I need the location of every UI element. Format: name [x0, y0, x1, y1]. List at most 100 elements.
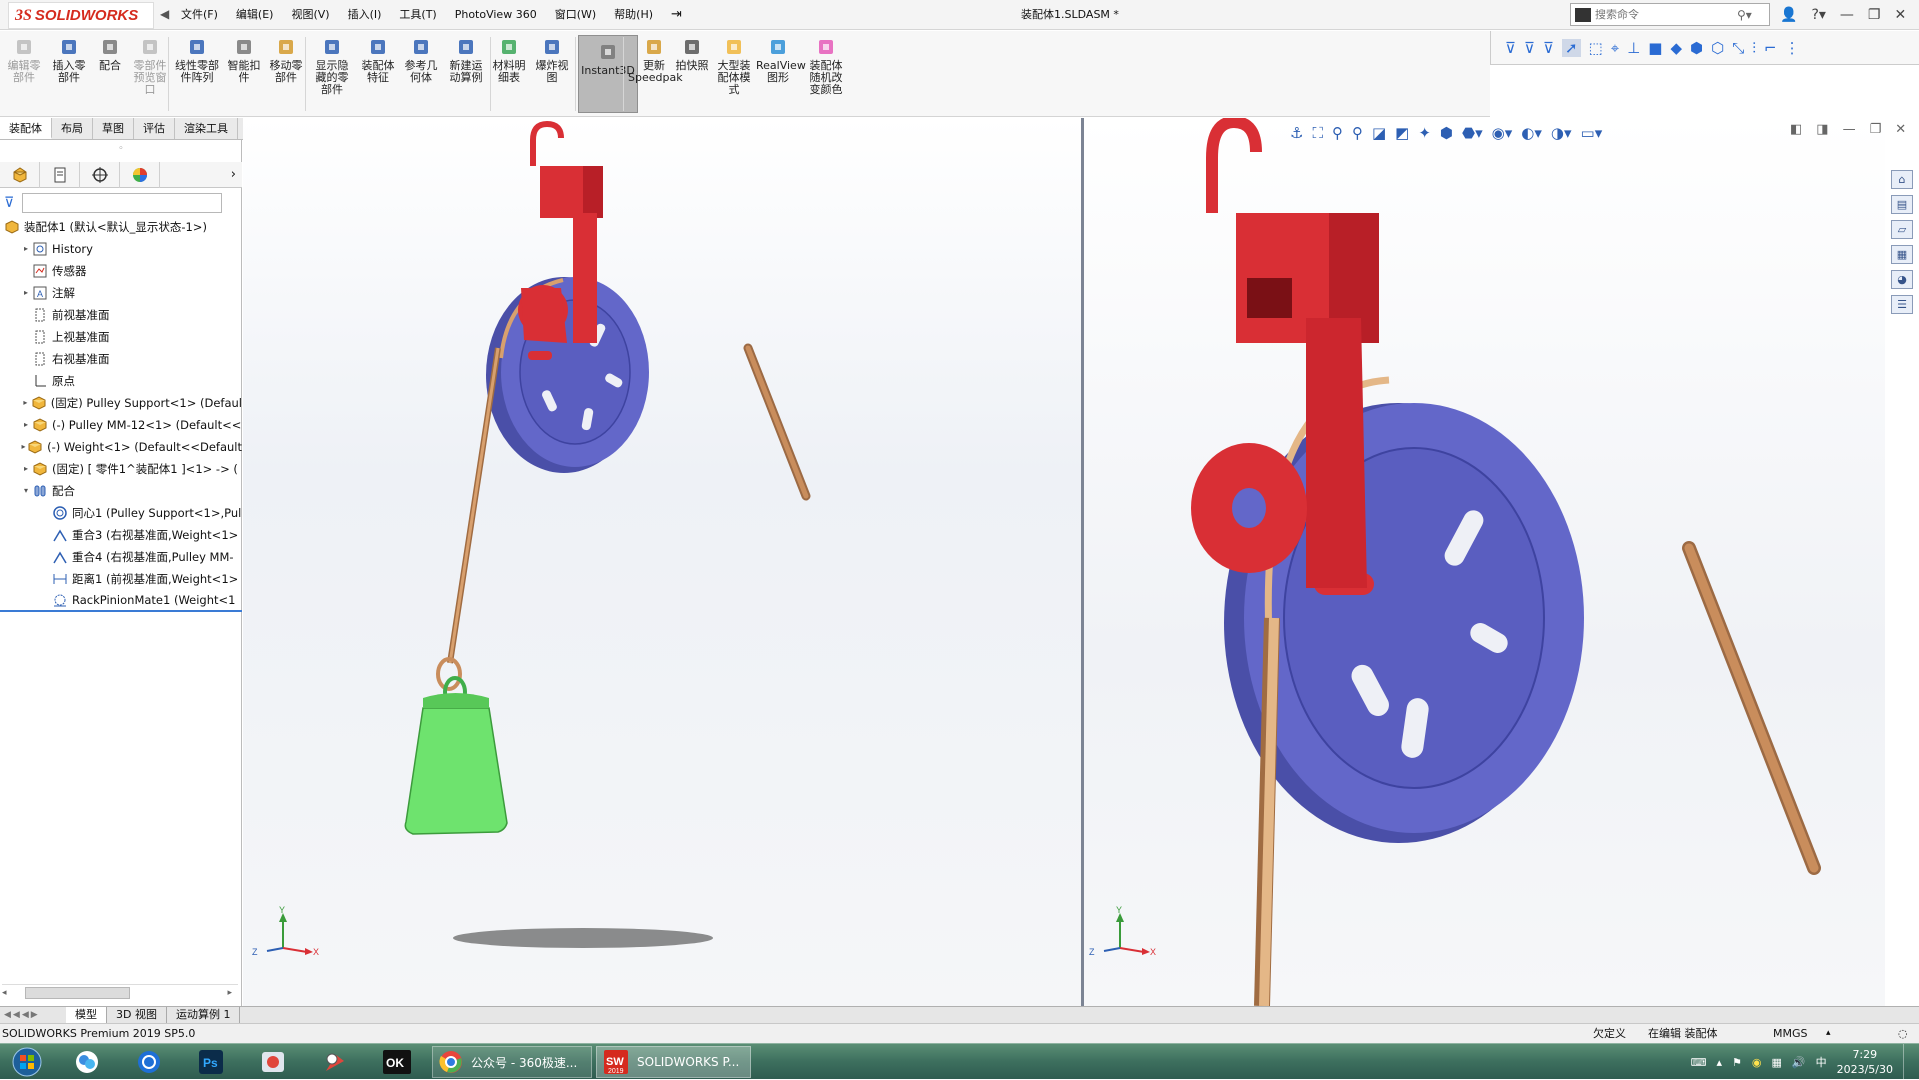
filter-toggle-icon[interactable]: ⊽: [1524, 39, 1535, 57]
left-graphics-viewport[interactable]: Y X Z: [243, 118, 1081, 1006]
appearances-icon[interactable]: ◕: [1891, 270, 1913, 289]
mates-toolbar-icon[interactable]: ⫶: [1752, 39, 1756, 57]
menu-view[interactable]: 视图(V): [282, 0, 338, 30]
insert-components-button[interactable]: 插入零 部件: [48, 35, 90, 84]
coord-icon[interactable]: ⌐: [1764, 39, 1777, 57]
tab-motion-study[interactable]: 运动算例 1: [167, 1007, 241, 1023]
configuration-tab-icon[interactable]: [80, 162, 120, 188]
mate-item[interactable]: 同心1 (Pulley Support<1>,Pul: [0, 502, 242, 524]
status-units[interactable]: MMGS: [1773, 1024, 1808, 1043]
tree-item[interactable]: ▸ (-) Weight<1> (Default<<Default: [0, 436, 242, 458]
zoom-area-icon[interactable]: ⚲: [1332, 124, 1343, 142]
scene-icon[interactable]: ◑▾: [1551, 124, 1572, 142]
taskbar-task-browser[interactable]: 公众号 - 360极速...: [432, 1046, 592, 1078]
baidu-netdisk-icon[interactable]: [64, 1047, 110, 1077]
random-color-button[interactable]: 装配体 随机改 变颜色: [800, 35, 852, 96]
new-motion-study-button[interactable]: 新建运 动算例: [445, 35, 487, 84]
view-pane-right-icon[interactable]: ◨: [1816, 122, 1828, 137]
close-icon[interactable]: ✕: [1894, 7, 1906, 23]
tree-root-assembly[interactable]: 装配体1 (默认<默认_显示状态-1>): [0, 216, 242, 238]
scroll-thumb[interactable]: [24, 986, 130, 999]
tray-keyboard-icon[interactable]: ⌨: [1691, 1056, 1707, 1069]
scroll-right-icon[interactable]: ▸: [227, 988, 232, 998]
hide-show-icon[interactable]: ◉▾: [1492, 124, 1513, 142]
tree-item[interactable]: 传感器: [0, 260, 242, 282]
tree-item[interactable]: ▸ A 注解: [0, 282, 242, 304]
tab-layout[interactable]: 布局: [52, 118, 93, 139]
tray-flag-icon[interactable]: ⚑: [1732, 1056, 1742, 1069]
collapse-arrow-icon[interactable]: ▾: [20, 480, 32, 502]
taskbar-task-solidworks[interactable]: SW 2019 SOLIDWORKS P...: [596, 1046, 751, 1078]
snap-icon[interactable]: ⌖: [1611, 39, 1619, 57]
scroll-left-icon[interactable]: ◂: [2, 988, 7, 998]
tree-filter-input[interactable]: [22, 193, 223, 213]
view-close-icon[interactable]: ✕: [1895, 122, 1906, 137]
start-button-icon[interactable]: [4, 1047, 50, 1077]
dynamic-annotation-icon[interactable]: ◩: [1395, 124, 1409, 142]
tree-item[interactable]: 原点: [0, 370, 242, 392]
tray-expand-icon[interactable]: ▴: [1716, 1056, 1722, 1069]
box-icon[interactable]: ■: [1648, 39, 1662, 57]
zoom-fit-icon[interactable]: ⛶: [1312, 124, 1323, 142]
menu-insert[interactable]: 插入(I): [339, 0, 391, 30]
units-dropdown-icon[interactable]: ▴: [1826, 1024, 1831, 1043]
app-icon-tools[interactable]: [312, 1047, 358, 1077]
mate-item[interactable]: RackPinionMate1 (Weight<1: [0, 590, 242, 612]
property-manager-tab-icon[interactable]: [40, 162, 80, 188]
expand-arrow-icon[interactable]: ▸: [20, 282, 32, 304]
photoshop-icon[interactable]: Ps: [188, 1047, 234, 1077]
cube-icon[interactable]: ⬢: [1690, 39, 1703, 57]
expand-arrow-icon[interactable]: ▸: [20, 392, 31, 414]
search-box[interactable]: ⚲▾: [1570, 3, 1770, 26]
right-graphics-viewport[interactable]: Y X Z: [1084, 115, 1885, 1007]
tree-item[interactable]: ▾ 配合: [0, 480, 242, 502]
file-explorer-icon[interactable]: ▱: [1891, 220, 1913, 239]
menu-photoview[interactable]: PhotoView 360: [446, 0, 546, 30]
filter-icon[interactable]: ⊽: [1505, 39, 1516, 57]
realview-graphics-button[interactable]: RealView 图形: [756, 35, 806, 84]
filter-faces-icon[interactable]: ⊽: [1543, 39, 1554, 57]
mate-button[interactable]: 配合: [92, 35, 128, 72]
tree-filter-icon[interactable]: ⊽: [4, 195, 14, 211]
tray-network-icon[interactable]: ▦: [1771, 1056, 1781, 1069]
select-cursor-icon[interactable]: ➚: [1561, 38, 1581, 57]
take-snapshot-button[interactable]: 拍快照: [672, 35, 712, 72]
tree-item[interactable]: 前视基准面: [0, 304, 242, 326]
show-hidden-button[interactable]: 显示隐 藏的零 部件: [310, 35, 354, 96]
tray-clock[interactable]: 7:29 2023/5/30: [1837, 1047, 1893, 1077]
app-icon-ok[interactable]: OK: [374, 1047, 420, 1077]
measure-icon[interactable]: ⊥: [1627, 39, 1640, 57]
menu-tools[interactable]: 工具(T): [390, 0, 445, 30]
tab-3d-view[interactable]: 3D 视图: [107, 1007, 167, 1023]
user-icon[interactable]: 👤: [1780, 7, 1797, 23]
component-preview-button[interactable]: 零部件 预览窗 口: [130, 35, 170, 96]
custom-properties-icon[interactable]: ☰: [1891, 295, 1913, 314]
section-view-icon[interactable]: ◪: [1372, 124, 1386, 142]
view-orient-icon[interactable]: ⚓: [1290, 124, 1303, 142]
rotate-icon[interactable]: ◆: [1670, 39, 1682, 57]
mate-item[interactable]: 重合3 (右视基准面,Weight<1>: [0, 524, 242, 546]
search-input[interactable]: [1595, 8, 1735, 21]
view-pane-left-icon[interactable]: ◧: [1790, 122, 1802, 137]
display-style-icon[interactable]: ⬣▾: [1462, 124, 1483, 142]
panel-horizontal-scrollbar[interactable]: ◂ ▸: [2, 984, 238, 1000]
large-assembly-mode-button[interactable]: 大型装 配体模 式: [712, 35, 756, 96]
expand-arrow-icon[interactable]: ▸: [20, 414, 32, 436]
restore-icon[interactable]: ❐: [1868, 7, 1881, 23]
mate-item[interactable]: 重合4 (右视基准面,Pulley MM-: [0, 546, 242, 568]
status-feedback-icon[interactable]: ◌: [1898, 1024, 1908, 1043]
tree-item[interactable]: 上视基准面: [0, 326, 242, 348]
360-browser-icon[interactable]: [126, 1047, 172, 1077]
axis-icon[interactable]: ⤡: [1732, 39, 1744, 57]
menu-collapse-arrow-icon[interactable]: ◀: [160, 7, 169, 21]
tree-item[interactable]: ▸ History: [0, 238, 242, 260]
tree-item[interactable]: 右视基准面: [0, 348, 242, 370]
appearance-tab-icon[interactable]: [120, 162, 160, 188]
view-settings-icon[interactable]: ▭▾: [1581, 124, 1603, 142]
search-icon[interactable]: ⚲▾: [1737, 8, 1752, 22]
panel-expand-arrow-icon[interactable]: ›: [160, 162, 242, 187]
view-palette-icon[interactable]: ▦: [1891, 245, 1913, 264]
mate-item[interactable]: 距离1 (前视基准面,Weight<1>: [0, 568, 242, 590]
view-minimize-icon[interactable]: —: [1843, 122, 1856, 137]
menu-window[interactable]: 窗口(W): [546, 0, 605, 30]
